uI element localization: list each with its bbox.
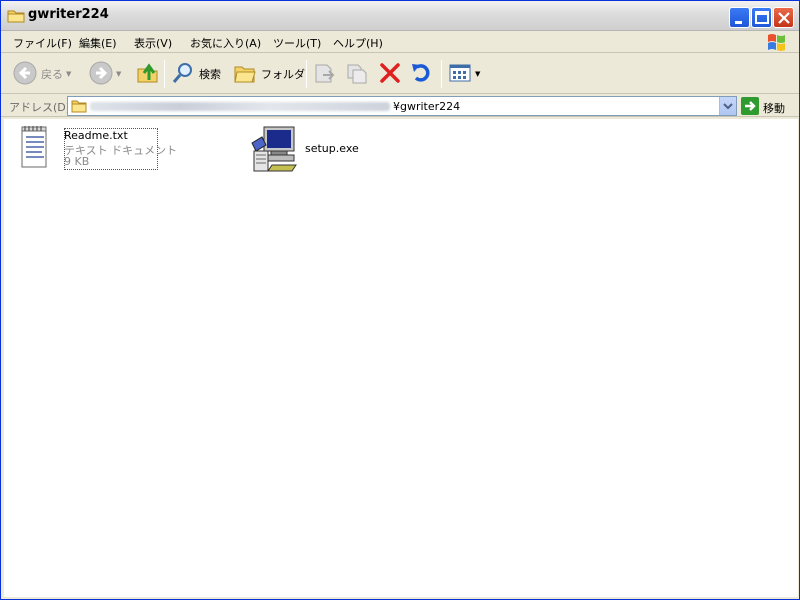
menu-bar: ファイル(F) 編集(E) 表示(V) お気に入り(A) ツール(T) ヘルプ(… [1,31,799,53]
file-list-view[interactable]: Readme.txt テキスト ドキュメント 9 KB setup.exe [4,119,798,597]
delete-x-icon [378,61,402,88]
views-icon [448,61,472,88]
file-name: Readme.txt [64,129,128,142]
menu-favorites[interactable]: お気に入り(A) [190,35,261,51]
toolbar-separator [164,60,165,88]
address-input[interactable]: ¥gwriter224 [67,96,737,116]
file-name: setup.exe [305,142,359,155]
search-button[interactable]: 検索 [171,60,221,88]
go-label: 移動 [763,101,785,115]
file-item-readme[interactable]: Readme.txt テキスト ドキュメント 9 KB [18,125,178,175]
forward-arrow-icon [89,61,113,88]
delete-button[interactable] [378,60,402,88]
address-label: アドレス(D) [9,101,71,114]
window-title: gwriter224 [28,7,109,22]
title-bar[interactable]: gwriter224 [1,1,799,31]
undo-icon [409,61,433,88]
toolbar: 戻る ▼ ▼ 検索 フォルダ ▼ [1,54,799,94]
search-icon [171,61,195,88]
move-to-icon [313,61,337,88]
address-dropdown-button[interactable] [719,97,736,115]
search-label: 検索 [199,68,221,81]
move-to-button[interactable] [313,60,337,88]
folders-button[interactable]: フォルダ [233,60,305,88]
views-dropdown-icon[interactable]: ▼ [475,70,480,78]
back-dropdown-icon[interactable]: ▼ [66,70,71,78]
menu-help[interactable]: ヘルプ(H) [333,35,383,51]
back-arrow-icon [13,61,37,88]
file-size: 9 KB [64,155,90,168]
menu-tools[interactable]: ツール(T) [273,35,321,51]
address-bar: アドレス(D) ¥gwriter224 移動 [1,95,799,117]
folder-icon [71,99,87,116]
go-arrow-icon [741,97,759,118]
text-document-icon [18,125,52,172]
file-item-setup[interactable]: setup.exe [250,125,380,175]
folders-label: フォルダ [261,68,305,81]
go-button[interactable]: 移動 [741,97,785,118]
explorer-window: gwriter224 ファイル(F) 編集(E) 表示(V) お気に入り(A) … [0,0,800,600]
copy-to-button[interactable] [345,60,369,88]
maximize-button[interactable] [751,7,772,28]
copy-to-icon [345,61,369,88]
menu-file[interactable]: ファイル(F) [13,35,72,51]
menu-view[interactable]: 表示(V) [134,35,172,51]
folders-icon [233,61,257,88]
back-label: 戻る [41,68,63,81]
menu-edit[interactable]: 編集(E) [79,35,117,51]
minimize-button[interactable] [729,7,750,28]
chevron-down-icon [723,103,733,110]
up-folder-button[interactable] [136,60,160,88]
views-button[interactable]: ▼ [448,60,480,88]
address-path-tail: ¥gwriter224 [393,100,461,113]
installer-icon [250,125,300,178]
forward-button[interactable]: ▼ [89,60,121,88]
redacted-path [90,102,390,111]
windows-logo-icon [765,32,789,52]
toolbar-separator [441,60,442,88]
back-button[interactable]: 戻る ▼ [13,60,71,88]
close-button[interactable] [773,7,794,28]
folder-icon [7,8,25,24]
forward-dropdown-icon[interactable]: ▼ [116,70,121,78]
undo-button[interactable] [409,60,433,88]
toolbar-separator [306,60,307,88]
up-folder-icon [136,61,160,88]
